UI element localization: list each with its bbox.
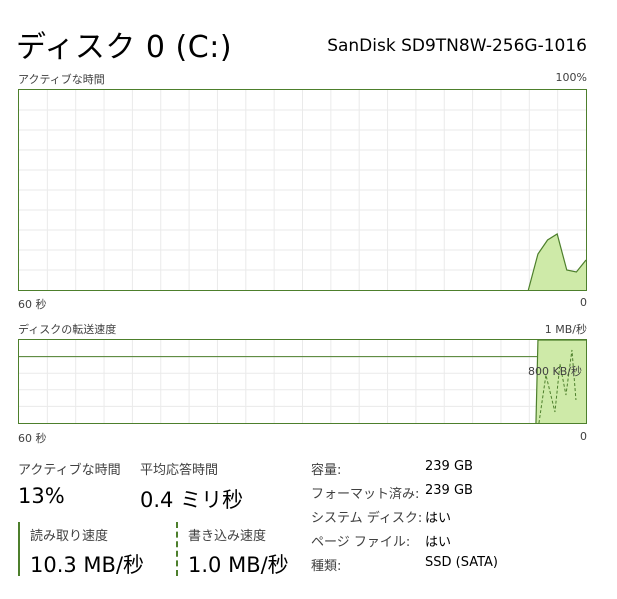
write-speed-block: 書き込み速度 1.0 MB/秒	[176, 522, 308, 577]
transfer-rate-graph: 800 KB/秒	[18, 339, 587, 424]
write-speed-value: 1.0 MB/秒	[188, 553, 289, 577]
active-time-graph	[18, 89, 587, 291]
page-file-value: はい	[425, 535, 452, 550]
write-speed-label: 書き込み速度	[188, 529, 267, 544]
disk-performance-panel: ディスク 0 (C:) SanDisk SD9TN8W-256G-1016 アク…	[0, 0, 617, 599]
type-label: 種類:	[311, 559, 342, 574]
formatted-value: 239 GB	[425, 483, 473, 498]
transfer-graph-max-label: 1 MB/秒	[544, 323, 587, 336]
transfer-graph-left-time: 60 秒	[18, 432, 47, 445]
read-speed-block: 読み取り速度 10.3 MB/秒	[18, 522, 170, 577]
transfer-graph-mid-label: 800 KB/秒	[528, 365, 582, 378]
transfer-graph-label: ディスクの転送速度	[18, 323, 117, 336]
active-time-stat-label: アクティブな時間	[18, 463, 121, 478]
capacity-value: 239 GB	[425, 459, 473, 474]
system-disk-value: はい	[425, 511, 452, 526]
transfer-graph-right-time: 0	[580, 430, 587, 443]
active-time-graph-right-time: 0	[580, 296, 587, 309]
active-time-area	[528, 234, 586, 290]
system-disk-label: システム ディスク:	[311, 511, 423, 526]
transfer-rate-graph-canvas	[19, 340, 586, 423]
capacity-label: 容量:	[311, 463, 342, 478]
active-time-graph-label: アクティブな時間	[18, 73, 105, 86]
disk-model-name: SanDisk SD9TN8W-256G-1016	[327, 36, 587, 56]
active-time-graph-max-label: 100%	[555, 71, 587, 84]
active-time-graph-left-time: 60 秒	[18, 298, 47, 311]
read-speed-value: 10.3 MB/秒	[30, 553, 145, 577]
disk-title: ディスク 0 (C:)	[16, 30, 233, 65]
avg-response-stat-value: 0.4 ミリ秒	[140, 488, 244, 512]
page-file-label: ページ ファイル:	[311, 535, 411, 550]
avg-response-stat-label: 平均応答時間	[140, 463, 219, 478]
type-value: SSD (SATA)	[425, 555, 498, 570]
read-speed-label: 読み取り速度	[30, 529, 109, 544]
read-rate-area	[535, 340, 586, 423]
active-time-stat-value: 13%	[18, 484, 65, 508]
active-time-graph-canvas	[19, 90, 586, 290]
formatted-label: フォーマット済み:	[311, 487, 420, 502]
